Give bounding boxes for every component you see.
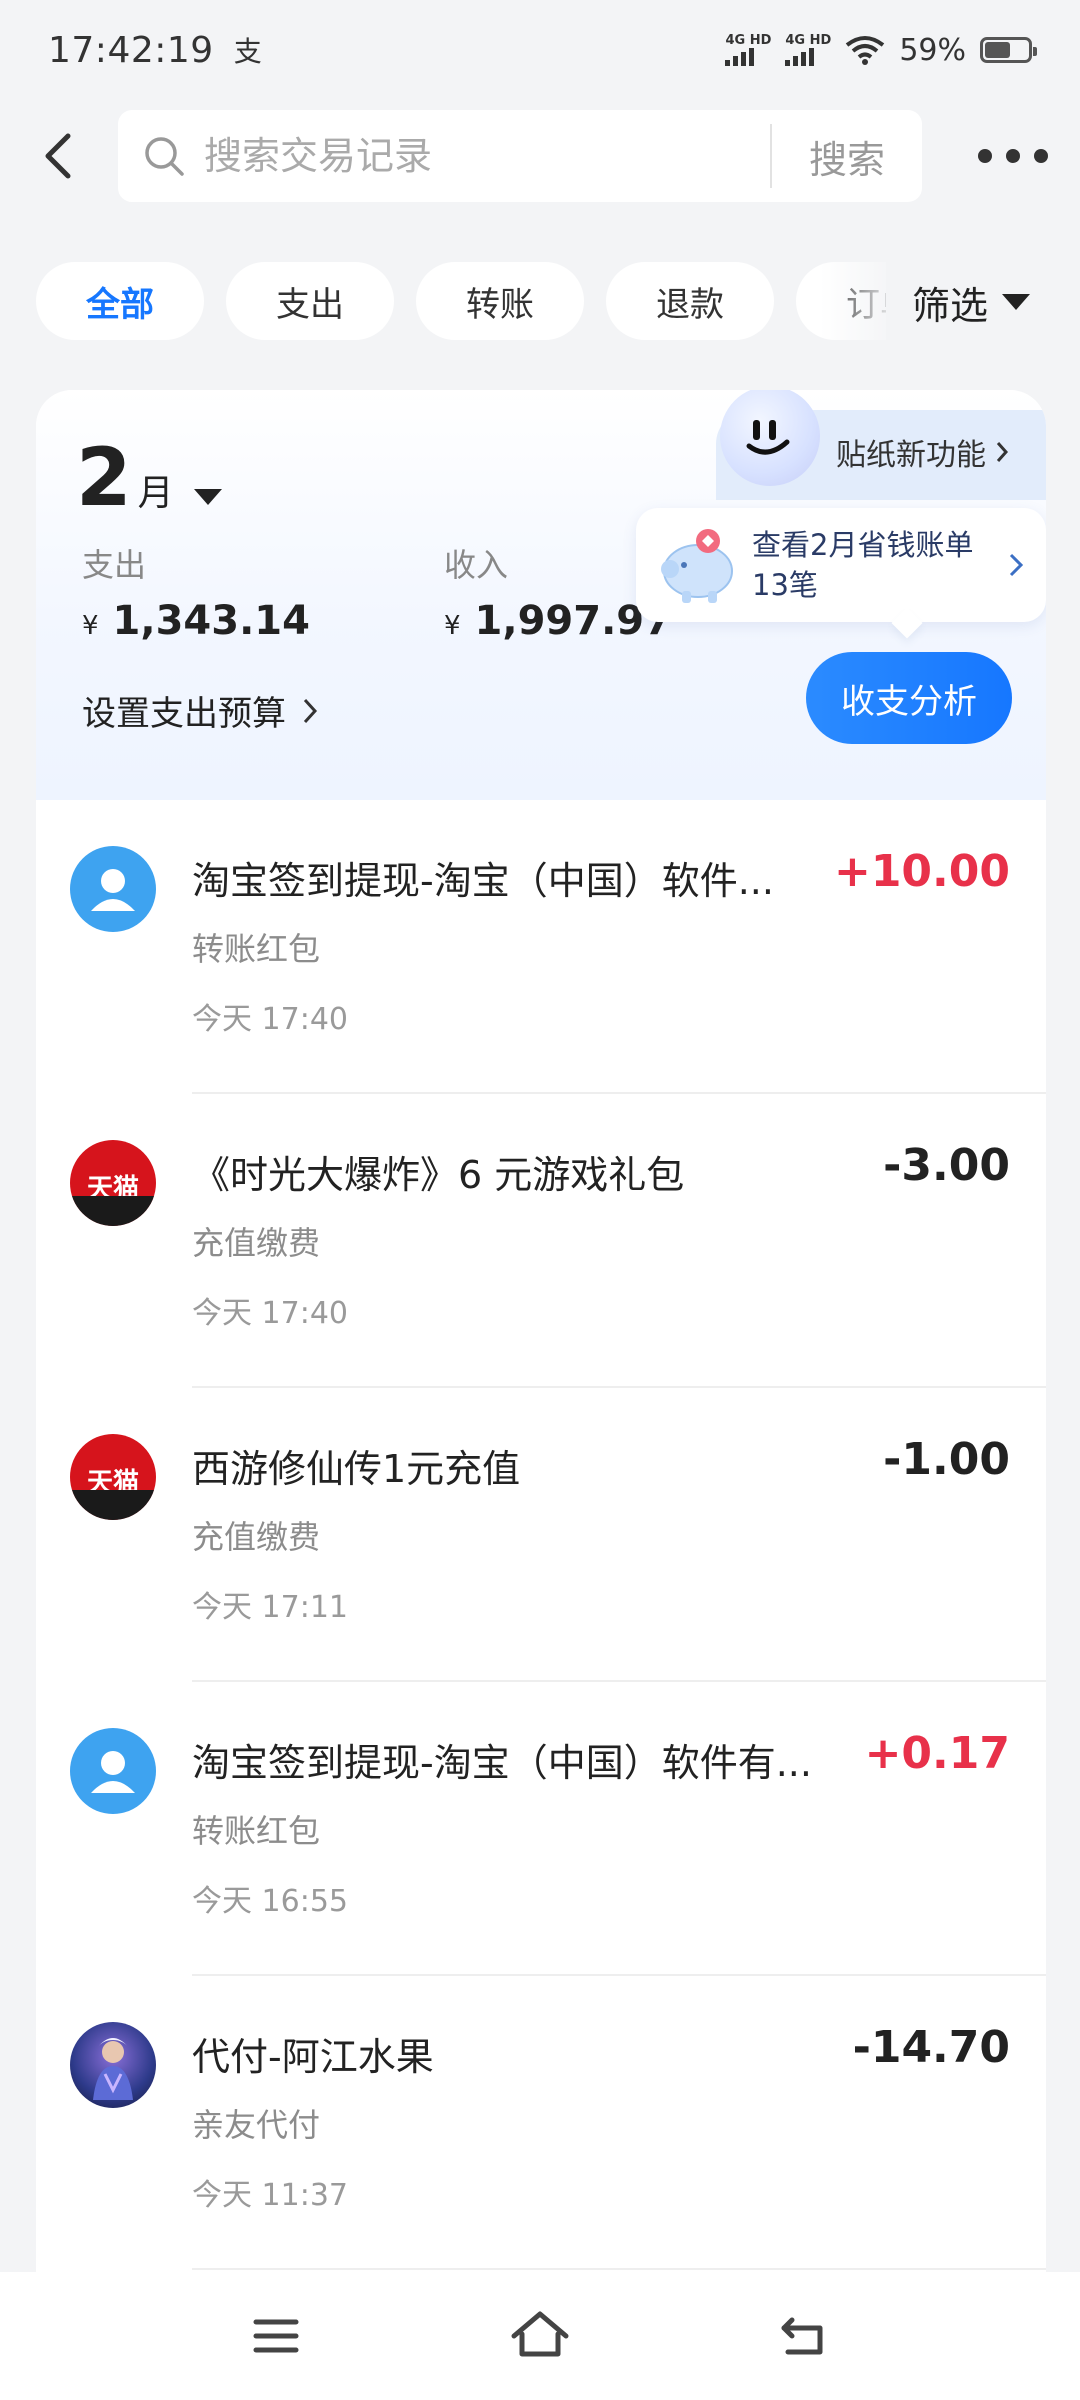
set-budget-label: 设置支出预算 xyxy=(82,694,286,734)
transaction-amount: -14.70 xyxy=(852,2022,1010,2073)
transaction-amount: -3.00 xyxy=(883,1140,1010,1191)
caret-down-icon xyxy=(1002,294,1031,310)
transaction-title: 淘宝签到提现-淘宝（中国）软件... xyxy=(192,859,774,903)
tmall-logo-icon: 天猫 xyxy=(70,1140,156,1226)
chevron-right-icon xyxy=(996,442,1009,462)
user-avatar-icon xyxy=(70,1728,156,1814)
alipay-status-icon: 支 xyxy=(233,35,262,68)
search-icon xyxy=(145,137,184,176)
search-box[interactable]: 搜索 xyxy=(118,110,922,202)
battery-percent: 59% xyxy=(899,32,966,68)
signal-1-label: 4G HD xyxy=(725,33,772,48)
signal-1-icon: 4G HD xyxy=(725,34,771,66)
transaction-category: 亲友代付 xyxy=(192,2106,321,2144)
caret-down-icon xyxy=(193,489,222,505)
user-avatar-icon xyxy=(70,846,156,932)
sticker-face-icon[interactable] xyxy=(720,390,820,486)
chevron-right-icon xyxy=(303,698,318,723)
transaction-title: 淘宝签到提现-淘宝（中国）软件有... xyxy=(192,1741,812,1785)
sticker-feature-link[interactable]: 贴纸新功能 xyxy=(836,430,1010,474)
month-number: 2 xyxy=(76,431,132,524)
back-arrow-icon[interactable] xyxy=(30,126,90,186)
status-time: 17:42:19 xyxy=(48,29,214,71)
transaction-list: 淘宝签到提现-淘宝（中国）软件... 转账红包 今天 17:40 +10.00 … xyxy=(36,800,1046,2270)
home-icon[interactable] xyxy=(508,2304,572,2368)
transaction-title: 代付-阿江水果 xyxy=(192,2035,434,2079)
transaction-title: 《时光大爆炸》6 元游戏礼包 xyxy=(192,1153,685,1197)
tab-refund[interactable]: 退款 xyxy=(606,262,774,340)
system-nav-bar xyxy=(0,2272,1080,2400)
sticker-feature-label: 贴纸新功能 xyxy=(836,438,986,473)
tab-transfer[interactable]: 转账 xyxy=(416,262,584,340)
transaction-category: 转账红包 xyxy=(192,930,321,968)
more-dots-icon[interactable] xyxy=(978,138,1048,174)
transaction-category: 转账红包 xyxy=(192,1812,321,1850)
piggy-bank-icon xyxy=(661,529,733,603)
filter-label: 筛选 xyxy=(912,283,989,328)
filter-row: 全部 支出 转账 退款 订单 筛选 xyxy=(0,262,1080,342)
search-input[interactable] xyxy=(204,134,770,178)
tmall-logo-icon: 天猫 xyxy=(70,1434,156,1520)
transaction-time: 今天 16:55 xyxy=(192,1884,348,1919)
transaction-time: 今天 17:40 xyxy=(192,1002,348,1037)
savings-tip-text: 查看2月省钱账单13笔 xyxy=(752,528,974,602)
transaction-time: 今天 17:40 xyxy=(192,1296,348,1331)
signal-2-icon: 4G HD xyxy=(785,34,831,66)
filter-button[interactable]: 筛选 xyxy=(912,262,1031,342)
transaction-category: 充值缴费 xyxy=(192,1518,321,1556)
back-icon[interactable] xyxy=(772,2304,836,2368)
expense-currency: ¥ xyxy=(82,611,99,641)
wifi-icon xyxy=(846,36,885,65)
search-button[interactable]: 搜索 xyxy=(772,129,922,184)
transaction-row[interactable]: 天猫 《时光大爆炸》6 元游戏礼包 充值缴费 今天 17:40 -3.00 xyxy=(36,1094,1046,1388)
savings-bill-tip[interactable]: 查看2月省钱账单13笔 xyxy=(636,508,1046,622)
transaction-row[interactable]: 天猫 西游修仙传1元充值 充值缴费 今天 17:11 -1.00 xyxy=(36,1388,1046,1682)
transaction-row[interactable]: 淘宝签到提现-淘宝（中国）软件... 转账红包 今天 17:40 +10.00 xyxy=(36,800,1046,1094)
month-unit: 月 xyxy=(137,473,174,514)
battery-icon xyxy=(980,37,1037,63)
divider xyxy=(192,2268,1046,2270)
expense-label: 支出 xyxy=(82,546,147,584)
transaction-title: 西游修仙传1元充值 xyxy=(192,1447,521,1491)
filter-tabs: 全部 支出 转账 退款 订单 xyxy=(36,262,886,342)
transaction-amount: -1.00 xyxy=(883,1434,1010,1485)
tab-expense[interactable]: 支出 xyxy=(226,262,394,340)
battery-level xyxy=(985,42,1010,58)
status-indicators: 4G HD 4G HD 59% xyxy=(725,32,1037,68)
expense-summary[interactable]: 支出 ¥ 1,343.14 xyxy=(82,540,310,644)
status-bar: 17:42:19 支 4G HD 4G HD 59% xyxy=(0,0,1080,100)
set-budget-link[interactable]: 设置支出预算 xyxy=(82,686,320,735)
expense-amount: 1,343.14 xyxy=(112,598,310,644)
transaction-amount: +10.00 xyxy=(833,846,1010,897)
transaction-row[interactable]: 代付-阿江水果 亲友代付 今天 11:37 -14.70 xyxy=(36,1976,1046,2270)
transaction-row[interactable]: 淘宝签到提现-淘宝（中国）软件有... 转账红包 今天 16:55 +0.17 xyxy=(36,1682,1046,1976)
signal-2-label: 4G HD xyxy=(785,33,832,48)
chevron-right-icon xyxy=(1009,553,1024,577)
month-selector[interactable]: 2 月 xyxy=(76,438,222,518)
tab-all[interactable]: 全部 xyxy=(36,262,204,340)
game-character-avatar xyxy=(70,2022,156,2108)
transaction-amount: +0.17 xyxy=(864,1728,1010,1779)
search-header: 搜索 xyxy=(0,108,1080,204)
income-currency: ¥ xyxy=(444,611,461,641)
transaction-time: 今天 11:37 xyxy=(192,2178,348,2213)
menu-icon[interactable] xyxy=(244,2304,308,2368)
transactions-card: 贴纸新功能 2 月 支出 ¥ 1,343.14 收入 ¥ 1,997.97 查看… xyxy=(36,390,1046,2400)
transaction-time: 今天 17:11 xyxy=(192,1590,348,1625)
transaction-category: 充值缴费 xyxy=(192,1224,321,1262)
income-expense-analysis-button[interactable]: 收支分析 xyxy=(806,652,1012,744)
